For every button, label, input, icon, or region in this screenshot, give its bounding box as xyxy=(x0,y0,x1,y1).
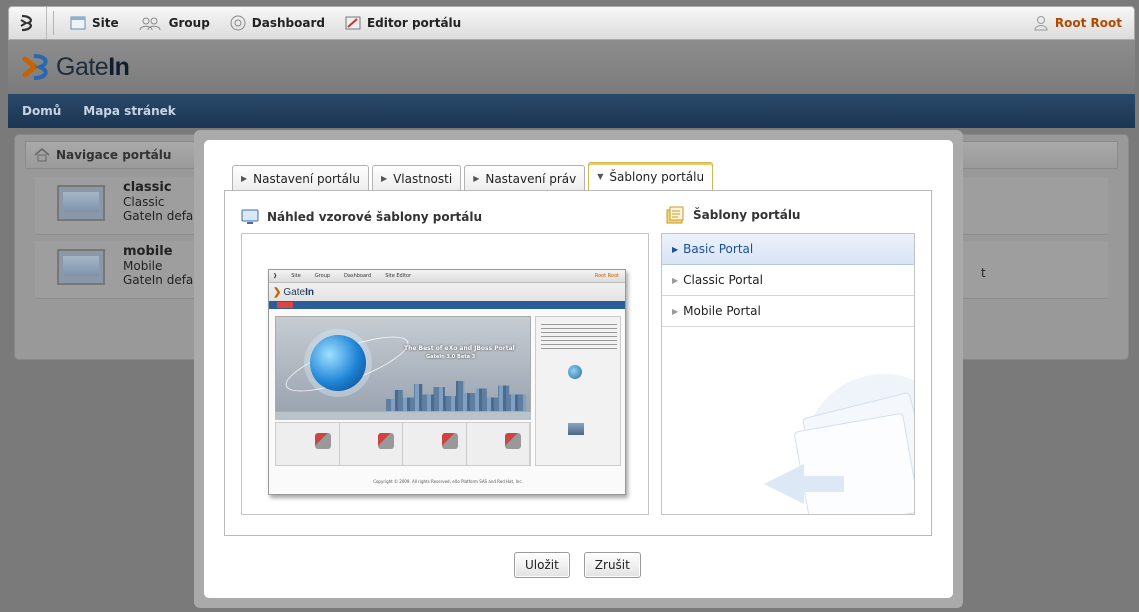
template-preview-image: ❱ Site Group Dashboard Site Editor Root Root … xyxy=(268,269,626,495)
top-toolbar: Site Group Dashboard Editor portálu Root… xyxy=(8,6,1135,40)
portal-name: mobile xyxy=(123,244,173,259)
user-name: Root Root xyxy=(1054,16,1122,30)
template-item-basic[interactable]: ▶ Basic Portal xyxy=(662,234,914,265)
portal-description: GateIn defau xyxy=(123,273,201,287)
portal-settings-dialog: ▶ Nastavení portálu ▶ Vlastnosti ▶ Nasta… xyxy=(194,130,963,608)
templates-list: ▶ Basic Portal ▶ Classic Portal ▶ Mobile… xyxy=(661,233,915,515)
portal-info: mobile Mobile GateIn defau xyxy=(123,244,201,288)
dashboard-icon xyxy=(230,15,246,31)
portal-info: classic Classic GateIn defau xyxy=(123,180,201,224)
tab-portal-settings[interactable]: ▶ Nastavení portálu xyxy=(232,165,369,191)
group-icon xyxy=(139,17,161,30)
templates-section-title: Šablony portálu xyxy=(665,205,800,225)
dialog-body: ▶ Nastavení portálu ▶ Vlastnosti ▶ Nasta… xyxy=(204,140,953,598)
dashboard-label: Dashboard xyxy=(251,16,325,30)
nav-home[interactable]: Domů xyxy=(22,104,61,118)
template-item-classic[interactable]: ▶ Classic Portal xyxy=(662,265,914,296)
tab-label: Nastavení portálu xyxy=(253,171,360,186)
tab-permissions[interactable]: ▶ Nastavení práv xyxy=(464,165,586,191)
group-menu[interactable]: Group xyxy=(129,16,220,30)
gatein-logo-icon[interactable] xyxy=(9,7,47,39)
main-navigation: Domů Mapa stránek xyxy=(8,94,1135,128)
template-preview-box: ❱ Site Group Dashboard Site Editor Root Root … xyxy=(241,233,649,515)
dialog-actions: Uložit Zrušit xyxy=(514,552,641,578)
dialog-tabs: ▶ Nastavení portálu ▶ Vlastnosti ▶ Nasta… xyxy=(232,162,714,191)
portal-label: Mobile xyxy=(123,259,163,273)
tab-label: Nastavení práv xyxy=(485,171,577,186)
portal-thumbnail xyxy=(57,185,105,221)
brand-name: GateIn xyxy=(56,52,130,81)
templates-title-text: Šablony portálu xyxy=(693,208,801,222)
editor-icon xyxy=(345,16,361,30)
item-arrow-icon: ▶ xyxy=(672,306,679,316)
portal-description: GateIn defau xyxy=(123,209,201,223)
cancel-button[interactable]: Zrušit xyxy=(583,552,641,578)
item-arrow-icon: ▶ xyxy=(672,275,679,285)
site-menu[interactable]: Site xyxy=(60,16,129,30)
portal-thumbnail xyxy=(57,249,105,285)
nav-sitemap[interactable]: Mapa stránek xyxy=(83,104,175,118)
tab-label: Vlastnosti xyxy=(393,171,453,186)
editor-label: Editor portálu xyxy=(366,16,462,30)
user-menu[interactable]: Root Root xyxy=(1033,15,1122,31)
template-folder-icon xyxy=(666,206,684,224)
monitor-icon xyxy=(241,209,259,224)
tab-properties[interactable]: ▶ Vlastnosti xyxy=(371,165,462,191)
site-icon xyxy=(70,16,86,30)
dashboard-menu[interactable]: Dashboard xyxy=(220,15,335,31)
templates-decoration-image xyxy=(764,374,914,514)
editor-menu[interactable]: Editor portálu xyxy=(335,16,471,30)
template-label: Classic Portal xyxy=(683,273,763,287)
template-item-mobile[interactable]: ▶ Mobile Portal xyxy=(662,296,914,327)
tab-arrow-icon: ▶ xyxy=(241,174,248,183)
template-label: Mobile Portal xyxy=(683,304,761,318)
gatein-brand-icon xyxy=(22,54,48,80)
templates-tab-panel: Náhled vzorové šablony portálu Šablony p… xyxy=(224,190,932,536)
preview-section-title: Náhled vzorové šablony portálu xyxy=(241,209,482,225)
tab-arrow-down-icon: ▼ xyxy=(597,172,604,181)
item-arrow-icon: ▶ xyxy=(672,244,679,254)
preview-title-text: Náhled vzorové šablony portálu xyxy=(267,210,483,224)
tab-label: Šablony portálu xyxy=(609,169,705,184)
save-button[interactable]: Uložit xyxy=(514,552,570,578)
user-icon xyxy=(1034,16,1048,31)
tab-portal-templates[interactable]: ▼ Šablony portálu xyxy=(588,162,714,191)
home-icon xyxy=(34,148,50,162)
tab-arrow-icon: ▶ xyxy=(473,174,480,183)
brand-banner: GateIn xyxy=(8,40,1135,94)
portal-label: Classic xyxy=(123,195,165,209)
site-label: Site xyxy=(92,16,119,30)
group-label: Group xyxy=(168,16,210,30)
toolbar-divider xyxy=(53,11,54,35)
portal-navigation-title: Navigace portálu xyxy=(56,148,172,162)
tab-arrow-icon: ▶ xyxy=(380,174,388,183)
template-label: Basic Portal xyxy=(683,242,754,256)
portal-name: classic xyxy=(123,180,172,195)
portal-row-trailing-text: t xyxy=(981,266,986,280)
